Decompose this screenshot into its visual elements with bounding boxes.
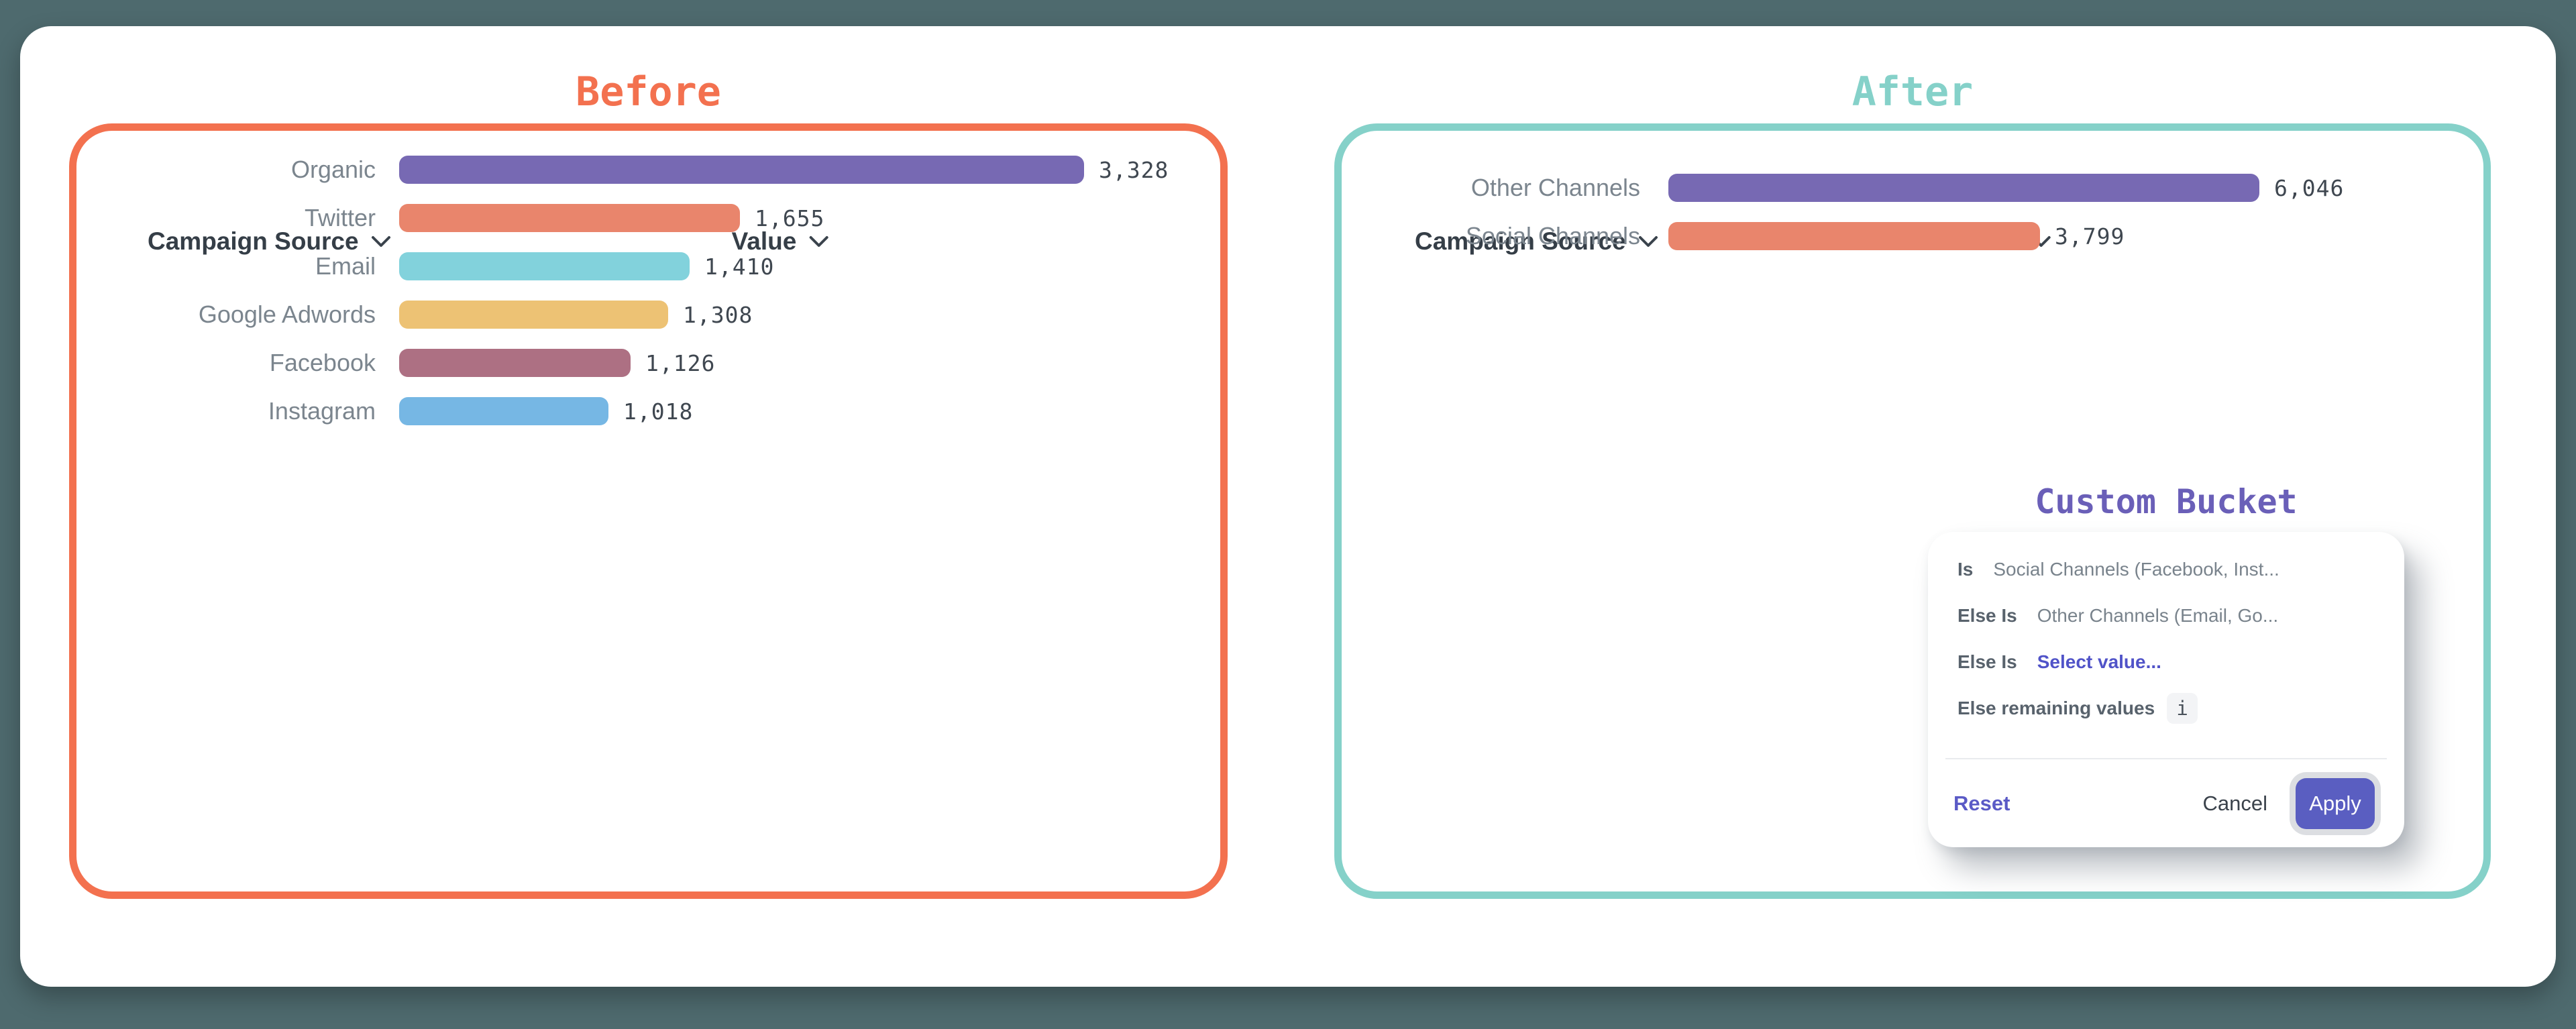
row-category-label: Instagram (107, 397, 376, 425)
table-row: Email 1,410 (107, 242, 1169, 290)
row-category-label: Email (107, 252, 376, 280)
row-category-label: Twitter (107, 204, 376, 232)
value-bar[interactable] (399, 156, 1084, 184)
value-label: 3,799 (2055, 223, 2125, 250)
after-table-body: Other Channels 6,046 Social Channels 3,799 (1372, 164, 2344, 260)
table-row: Organic 3,328 (107, 146, 1169, 194)
table-row: Google Adwords 1,308 (107, 290, 1169, 339)
rule-value-field[interactable]: Other Channels (Email, Go... (2037, 605, 2278, 627)
custom-bucket-dialog: Is Social Channels (Facebook, Inst... El… (1928, 532, 2404, 847)
value-bar[interactable] (1668, 174, 2259, 202)
value-bar[interactable] (399, 204, 740, 232)
row-category-label: Social Channels (1372, 222, 1640, 250)
value-label: 1,655 (755, 205, 824, 231)
table-row: Other Channels 6,046 (1372, 164, 2344, 212)
rule-keyword: Is (1957, 559, 1973, 580)
bucket-rule-row: Else remaining values i (1957, 685, 2380, 731)
value-bar[interactable] (399, 349, 631, 377)
bucket-rule-row: Is Social Channels (Facebook, Inst... (1957, 546, 2380, 592)
row-category-label: Organic (107, 156, 376, 184)
info-icon[interactable]: i (2167, 693, 2198, 724)
dialog-footer: Reset Cancel Apply (1945, 758, 2387, 847)
value-label: 3,328 (1099, 157, 1169, 183)
row-category-label: Other Channels (1372, 174, 1640, 202)
value-label: 1,308 (683, 302, 753, 328)
table-row: Social Channels 3,799 (1372, 212, 2344, 260)
rule-keyword: Else Is (1957, 605, 2017, 627)
rule-keyword: Else Is (1957, 651, 2017, 673)
value-bar[interactable] (399, 252, 690, 280)
custom-bucket-title: Custom Bucket (1928, 478, 2404, 526)
value-bar[interactable] (399, 301, 668, 329)
value-label: 1,126 (645, 350, 715, 376)
table-row: Facebook 1,126 (107, 339, 1169, 387)
before-title: Before (69, 68, 1228, 116)
rule-keyword: Else remaining values (1957, 698, 2155, 719)
reset-button[interactable]: Reset (1953, 792, 2010, 816)
value-label: 1,018 (623, 398, 693, 425)
before-table-body: Organic 3,328 Twitter 1,655 Email 1,410 Google… (107, 146, 1169, 435)
screen: Before After Campaign Source Value Campa… (0, 0, 2576, 1029)
value-bar[interactable] (399, 397, 608, 425)
bucket-rule-row: Else Is Select value... (1957, 639, 2380, 685)
row-category-label: Facebook (107, 349, 376, 377)
table-row: Twitter 1,655 (107, 194, 1169, 242)
value-label: 6,046 (2274, 175, 2344, 201)
select-value-link[interactable]: Select value... (2037, 651, 2161, 673)
value-bar[interactable] (1668, 222, 2040, 250)
apply-button[interactable]: Apply (2296, 778, 2375, 829)
bucket-rule-row: Else Is Other Channels (Email, Go... (1957, 592, 2380, 639)
table-row: Instagram 1,018 (107, 387, 1169, 435)
cancel-button[interactable]: Cancel (2203, 792, 2268, 816)
after-title: After (1334, 68, 2491, 116)
value-label: 1,410 (704, 254, 774, 280)
bucket-rules-list: Is Social Channels (Facebook, Inst... El… (1928, 532, 2404, 758)
rule-value-field[interactable]: Social Channels (Facebook, Inst... (1993, 559, 2279, 580)
row-category-label: Google Adwords (107, 301, 376, 329)
